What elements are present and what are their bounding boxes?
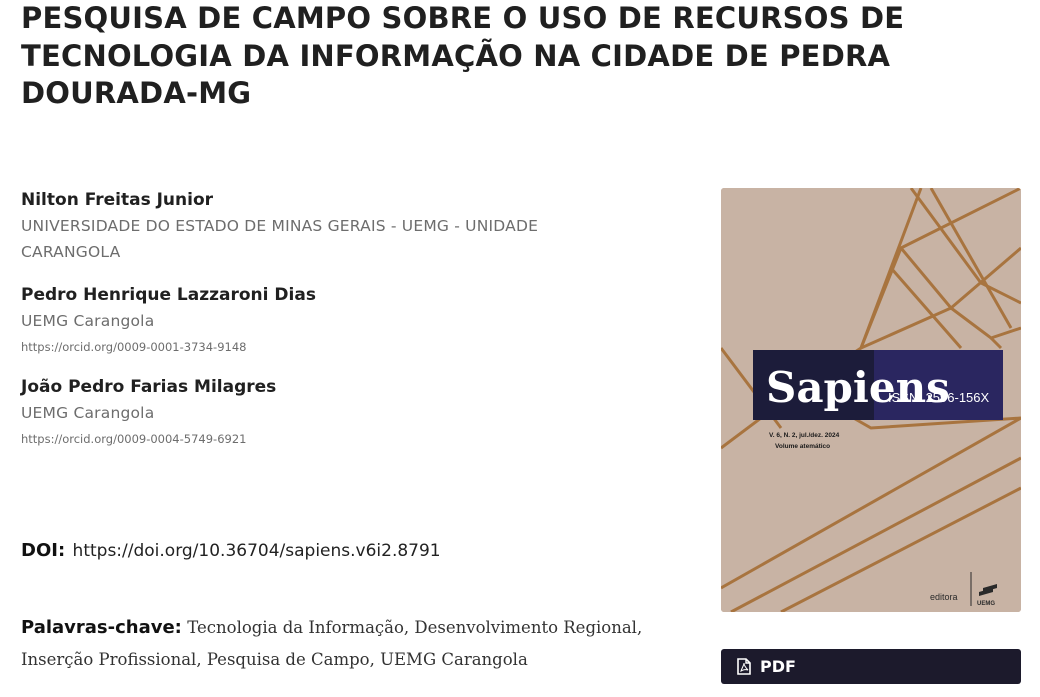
journal-cover-image: Sapiens ISSN: 2596-156X V. 6, N. 2, jul.… xyxy=(721,188,1021,612)
keywords-label: Palavras-chave: xyxy=(21,617,182,638)
author-item: Nilton Freitas Junior UNIVERSIDADE DO ES… xyxy=(21,188,621,265)
cover-artwork: Sapiens ISSN: 2596-156X V. 6, N. 2, jul.… xyxy=(721,188,1021,612)
pdf-file-icon xyxy=(737,658,751,675)
pdf-button-label: PDF xyxy=(760,657,796,676)
author-item: João Pedro Farias Milagres UEMG Carangol… xyxy=(21,375,621,449)
author-orcid-link[interactable]: https://orcid.org/0009-0004-5749-6921 xyxy=(21,429,621,449)
doi-link[interactable]: https://doi.org/10.36704/sapiens.v6i2.87… xyxy=(73,541,441,561)
author-name: João Pedro Farias Milagres xyxy=(21,377,277,397)
author-orcid-link[interactable]: https://orcid.org/0009-0001-3734-9148 xyxy=(21,337,621,357)
author-list: Nilton Freitas Junior UNIVERSIDADE DO ES… xyxy=(21,188,621,467)
author-item: Pedro Henrique Lazzaroni Dias UEMG Caran… xyxy=(21,283,621,357)
author-name: Pedro Henrique Lazzaroni Dias xyxy=(21,285,316,305)
doi-label: DOI: xyxy=(21,540,66,561)
cover-publisher: editora xyxy=(930,592,958,602)
cover-issue: V. 6, N. 2, jul./dez. 2024 xyxy=(769,432,840,439)
author-name: Nilton Freitas Junior xyxy=(21,190,214,210)
keywords-section: Palavras-chave: Tecnologia da Informação… xyxy=(21,612,661,676)
cover-issn: ISSN: 2596-156X xyxy=(888,390,990,405)
author-affiliation: UNIVERSIDADE DO ESTADO DE MINAS GERAIS -… xyxy=(21,217,539,261)
author-affiliation: UEMG Carangola xyxy=(21,312,155,330)
cover-uemg-text: UEMG xyxy=(977,601,995,607)
pdf-download-button[interactable]: PDF xyxy=(721,649,1021,684)
article-title: PESQUISA DE CAMPO SOBRE O USO DE RECURSO… xyxy=(21,1,905,110)
doi-section: DOI: https://doi.org/10.36704/sapiens.v6… xyxy=(21,538,441,564)
cover-volume-note: Volume atemático xyxy=(775,443,830,450)
author-affiliation: UEMG Carangola xyxy=(21,404,155,422)
